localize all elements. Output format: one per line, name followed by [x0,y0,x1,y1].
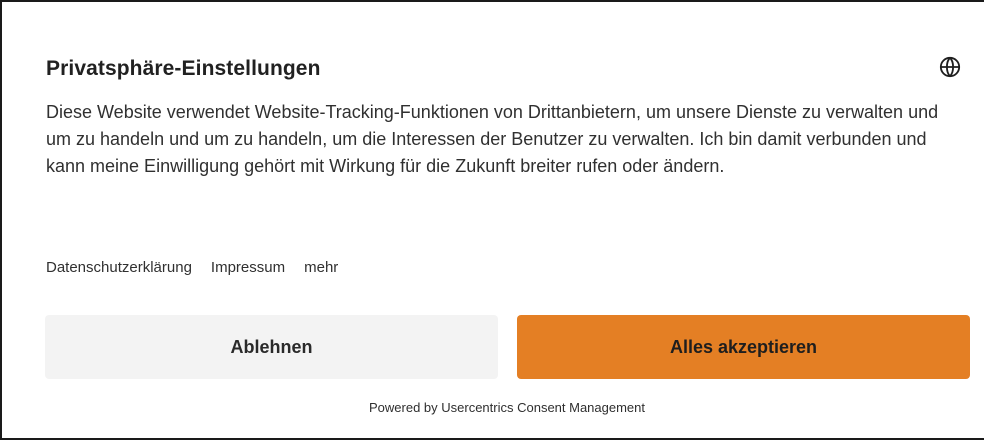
more-link[interactable]: mehr [304,259,338,276]
imprint-link[interactable]: Impressum [211,259,285,276]
language-button[interactable] [935,52,965,82]
legal-links: Datenschutzerklärung Impressum mehr [46,259,357,276]
powered-by-footer: Powered by Usercentrics Consent Manageme… [368,400,646,415]
deny-button[interactable]: Ablehnen [45,315,498,379]
dialog-title: Privatsphäre-Einstellungen [46,57,321,80]
accept-all-button[interactable]: Alles akzeptieren [517,315,970,379]
globe-icon [939,56,961,78]
privacy-policy-link[interactable]: Datenschutzerklärung [46,259,192,276]
consent-description: Diese Website verwendet Website-Tracking… [46,102,939,176]
consent-dialog: Privatsphäre-Einstellungen Diese Website… [0,0,984,440]
